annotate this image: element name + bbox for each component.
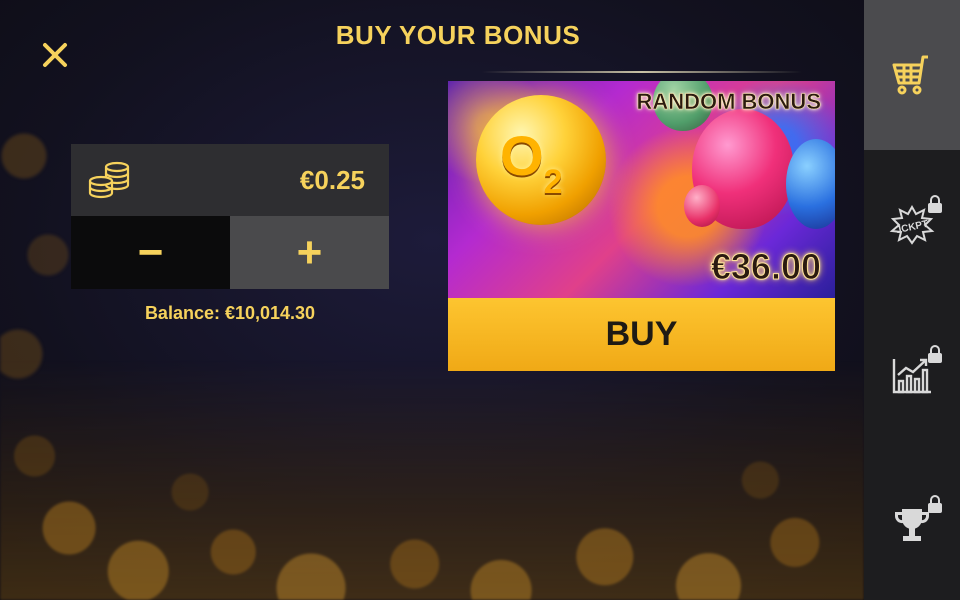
sidebar: JCKPT	[864, 0, 960, 600]
decrease-bet-button[interactable]: −	[71, 216, 230, 289]
bonus-price: €36.00	[710, 246, 821, 288]
o2-logo-subscript: 2	[543, 163, 563, 201]
sidebar-item-buy-bonus[interactable]	[864, 0, 960, 150]
page-title: BUY YOUR BONUS	[335, 20, 581, 50]
o2-logo-letter: O	[500, 124, 544, 187]
balloon-decoration	[684, 185, 720, 227]
bet-stepper: − +	[71, 216, 389, 289]
lock-icon	[926, 194, 942, 213]
card-divider	[482, 71, 802, 73]
increase-bet-button[interactable]: +	[230, 216, 389, 289]
shopping-cart-icon	[892, 55, 928, 95]
coin-pile-background	[0, 360, 864, 600]
buy-button[interactable]: BUY	[448, 298, 835, 371]
sidebar-item-jackpot[interactable]: JCKPT	[864, 150, 960, 300]
sidebar-item-statistics[interactable]	[864, 300, 960, 450]
sidebar-item-tournaments[interactable]	[864, 450, 960, 600]
o2-logo: O2	[500, 123, 562, 201]
balance-text: Balance: €10,014.30	[144, 303, 316, 323]
bet-display: €0.25	[71, 144, 389, 216]
balloon-decoration	[786, 139, 835, 229]
coin-stack-icon	[87, 160, 131, 200]
lock-icon	[926, 344, 942, 363]
lock-icon	[926, 494, 942, 513]
bet-panel: €0.25 − + Balance: €10,014.30	[71, 144, 389, 324]
bonus-card: O2 RANDOM BONUS €36.00 BUY	[448, 81, 835, 371]
bonus-image: O2 RANDOM BONUS €36.00	[448, 81, 835, 298]
bet-amount: €0.25	[299, 164, 365, 195]
bonus-name: RANDOM BONUS	[636, 89, 821, 115]
